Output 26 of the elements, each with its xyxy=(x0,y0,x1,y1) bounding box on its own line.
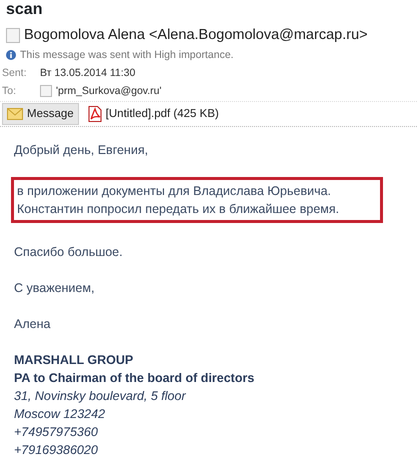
signature-line: Moscow 123242 xyxy=(14,406,106,423)
body-text: С уважением, xyxy=(14,280,96,297)
sent-date: Вт 13.05.2014 11:30 xyxy=(40,66,136,81)
signature-line: +79169386020 xyxy=(14,442,99,459)
info-message: This message was sent with High importance. xyxy=(20,48,234,63)
body-text: в приложении документы для Владислава Юрьевича. xyxy=(17,183,332,200)
body-text: Добрый день, Евгения, xyxy=(14,142,150,159)
signature-line: PA to Chairman of the board of directors xyxy=(14,370,256,387)
body-text: Алена xyxy=(14,316,52,333)
field-label: To: xyxy=(2,84,18,99)
email-subject: scan xyxy=(5,0,44,20)
sender-name: Bogomolova Alena <Alena.Bogomolova@marcap.ru> xyxy=(24,26,368,45)
attachment-item[interactable]: [Untitled].pdf (425 KB) xyxy=(82,103,224,125)
body-text: Спасибо большое. xyxy=(14,244,124,261)
envelope-icon xyxy=(7,108,23,120)
field-label: Sent: xyxy=(2,66,28,81)
info-icon xyxy=(6,50,16,60)
signature-line: MARSHALL GROUP xyxy=(14,352,134,369)
contact-icon xyxy=(6,28,20,42)
signature-line: +74957975360 xyxy=(14,424,99,441)
body-text: Константин попросил передать их в ближайшее время. xyxy=(17,201,340,218)
pdf-icon xyxy=(88,106,102,122)
signature-line: 31, Novinsky boulevard, 5 floor xyxy=(14,388,187,405)
message-tab[interactable]: Message xyxy=(2,103,79,125)
contact-icon xyxy=(40,85,52,97)
recipient: 'prm_Surkova@gov.ru' xyxy=(56,84,162,99)
